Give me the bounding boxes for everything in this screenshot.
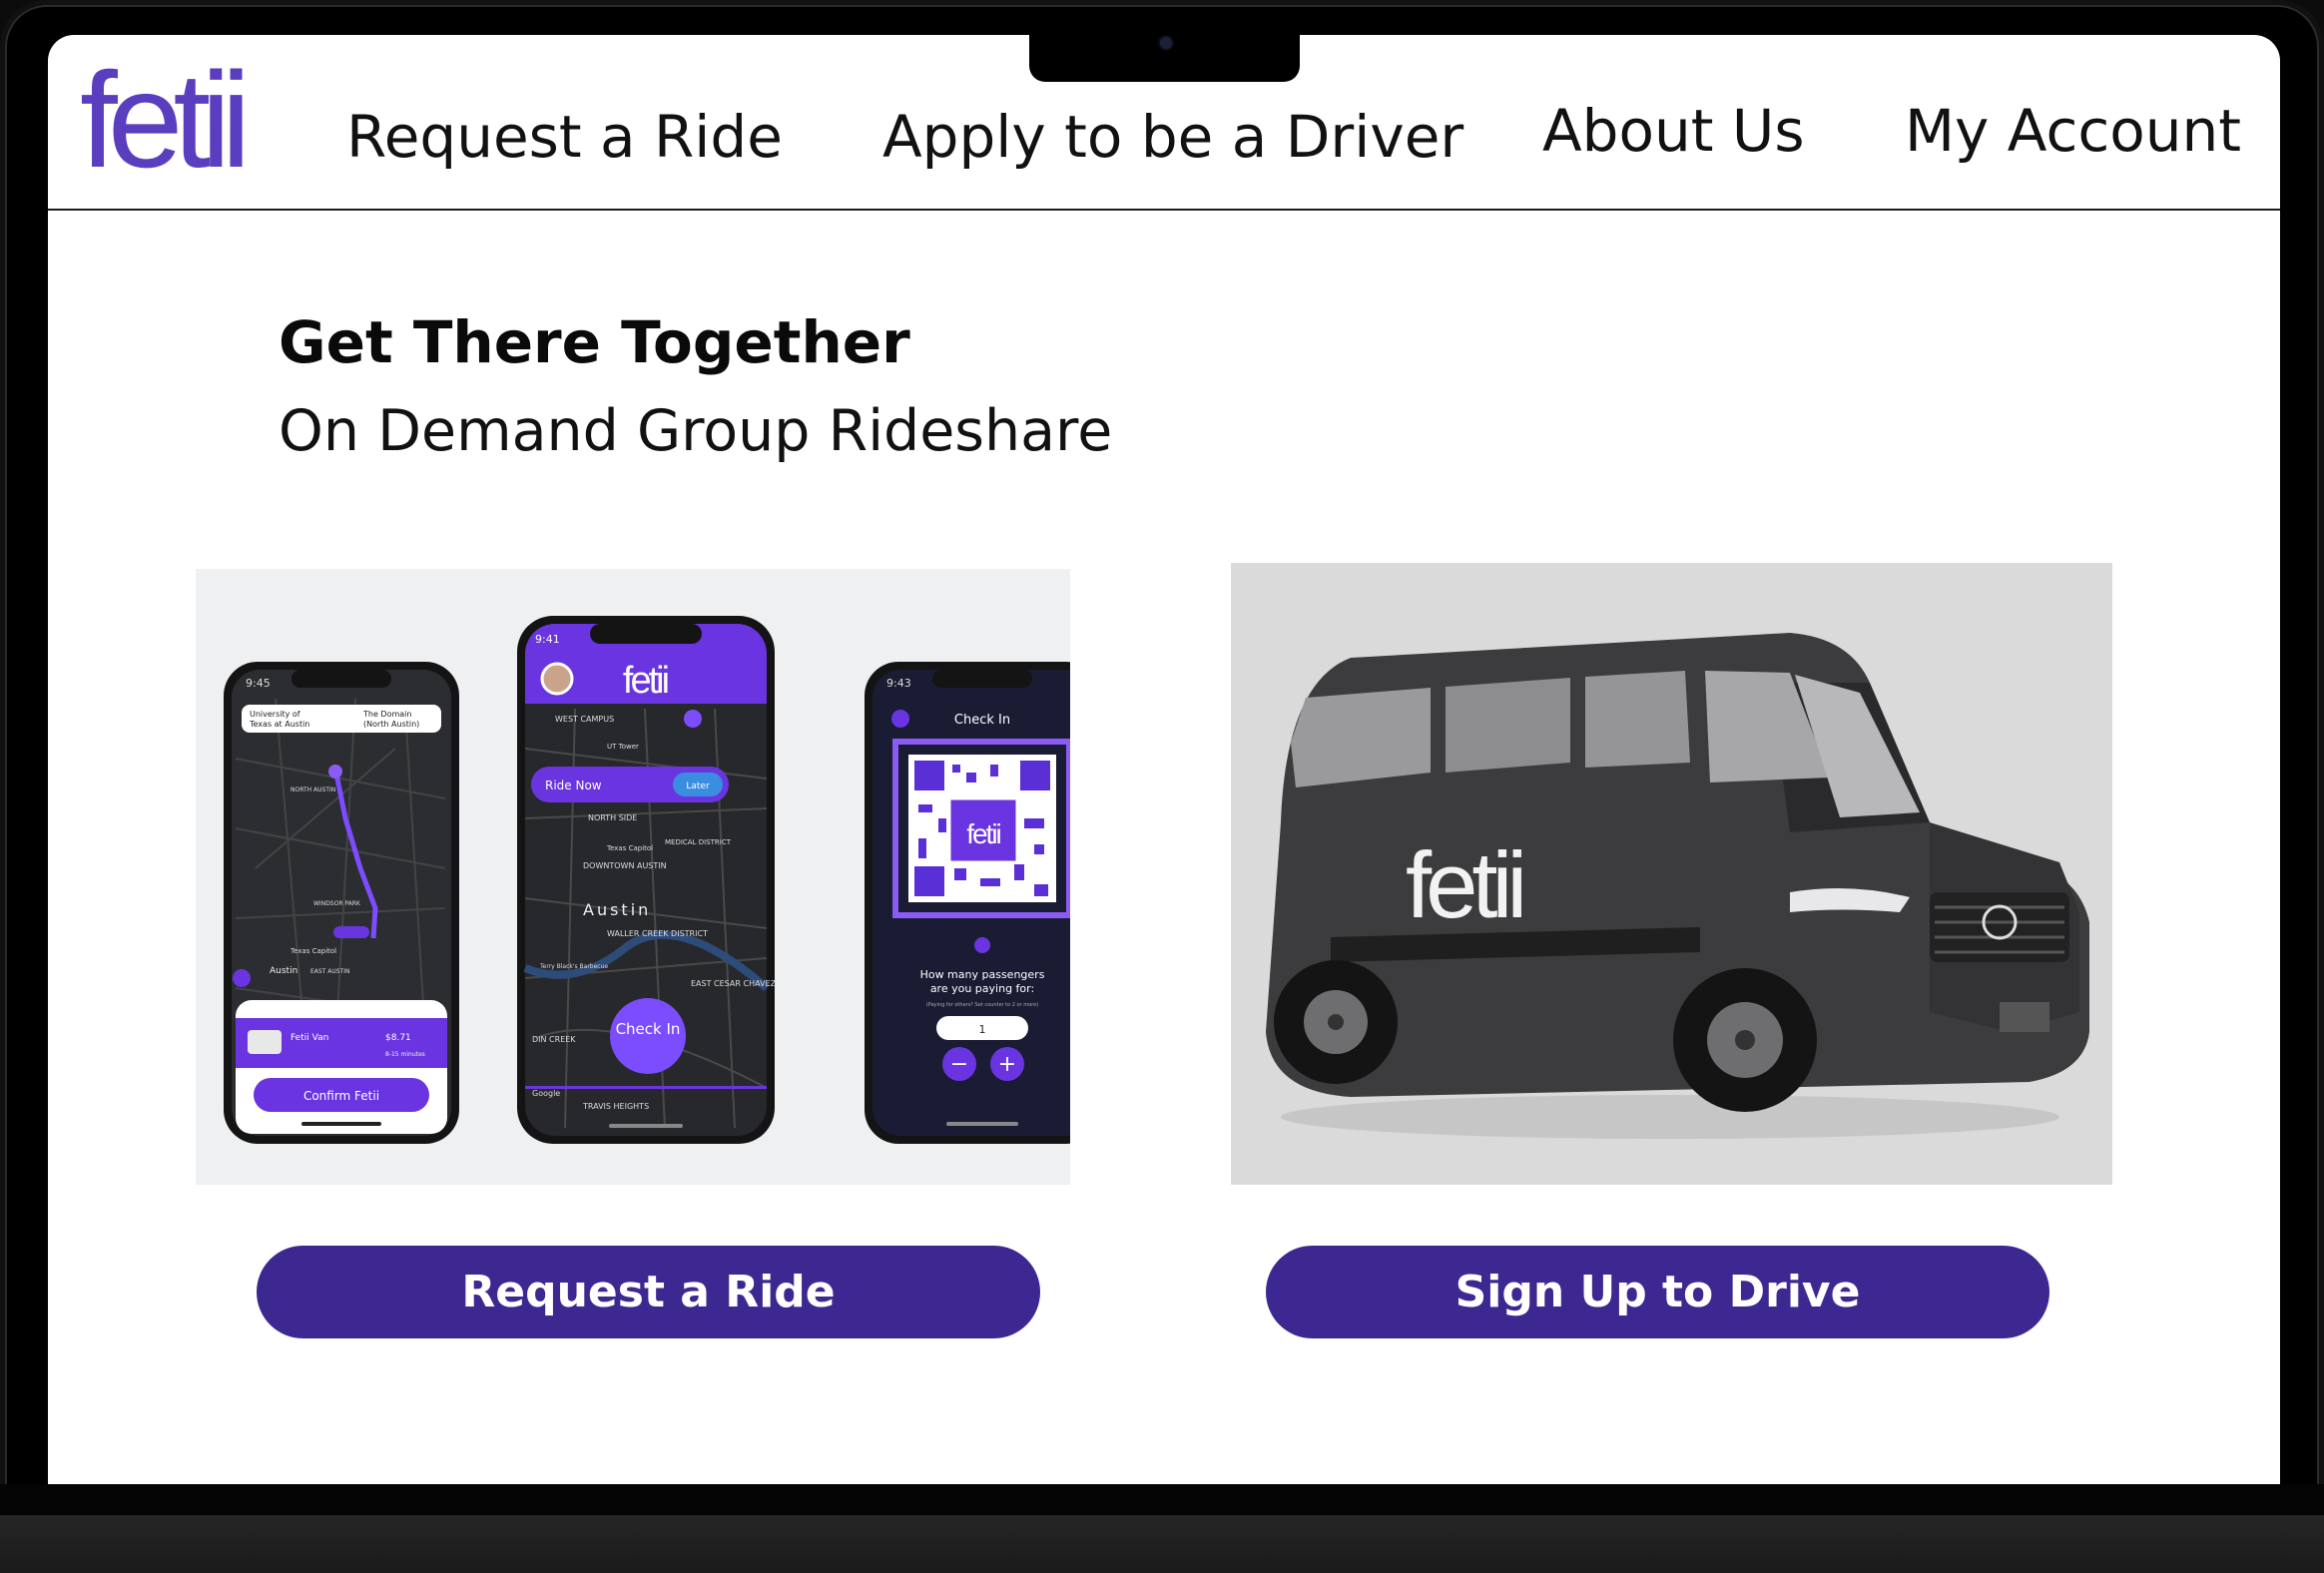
svg-text:Terry Black's Barbecue: Terry Black's Barbecue [539,963,608,970]
svg-text:WEST CAMPUS: WEST CAMPUS [555,715,614,724]
svg-text:−: − [950,1052,968,1077]
svg-text:University of: University of [250,710,300,719]
svg-text:WINDSOR PARK: WINDSOR PARK [313,900,361,907]
svg-text:Ride Now: Ride Now [545,779,602,792]
svg-text:fetii: fetii [80,59,243,181]
svg-text:+: + [998,1052,1016,1077]
svg-text:Google: Google [532,1089,560,1098]
phone-1-route: 9:45 University of Texas at Austin The D… [224,662,459,1144]
svg-text:UT Tower: UT Tower [607,743,639,751]
hero-title: Get There Together [279,308,910,376]
svg-text:fetii: fetii [966,818,1000,849]
svg-text:Fetii Van: Fetii Van [290,1033,328,1043]
svg-text:WALLER CREEK DISTRICT: WALLER CREEK DISTRICT [607,929,708,938]
phone-3-checkin: 9:43 Check In fetii How many passengers … [865,662,1100,1144]
fetii-logo[interactable]: fetii [80,59,270,181]
nav-request-ride[interactable]: Request a Ride [346,103,783,171]
svg-text:(Paying for others? Set counte: (Paying for others? Set counter to 2 or … [926,1002,1038,1008]
svg-text:NORTH SIDE: NORTH SIDE [588,813,637,822]
svg-text:NORTH AUSTIN: NORTH AUSTIN [290,786,335,793]
svg-text:fetii: fetii [623,660,668,702]
svg-text:Confirm Fetii: Confirm Fetii [303,1089,379,1103]
nav-my-account[interactable]: My Account [1905,97,2241,165]
svg-text:Check In: Check In [954,713,1010,728]
svg-text:How many passengers: How many passengers [920,968,1045,981]
svg-text:are you paying for:: are you paying for: [930,982,1034,995]
svg-text:TRAVIS HEIGHTS: TRAVIS HEIGHTS [582,1102,649,1111]
nav-apply-driver[interactable]: Apply to be a Driver [882,103,1463,171]
phone-2-map: 9:41 fetii WEST CAMPUS UT Tower Ride Now… [517,616,777,1144]
laptop-base [0,1515,2324,1573]
svg-text:9:41: 9:41 [535,633,560,646]
svg-text:EAST AUSTIN: EAST AUSTIN [310,968,350,975]
svg-text:8-15 minutes: 8-15 minutes [385,1051,425,1058]
svg-text:Austin: Austin [270,966,297,976]
svg-text:DIN CREEK: DIN CREEK [532,1035,576,1044]
laptop-hinge [0,1484,2324,1515]
svg-text:1: 1 [979,1023,986,1036]
sign-up-drive-button[interactable]: Sign Up to Drive [1266,1246,2049,1338]
request-ride-button[interactable]: Request a Ride [257,1246,1040,1338]
svg-text:MEDICAL DISTRICT: MEDICAL DISTRICT [665,838,732,846]
svg-text:DOWNTOWN AUSTIN: DOWNTOWN AUSTIN [583,861,667,870]
app-screenshots-image: 9:45 University of Texas at Austin The D… [196,569,1100,1185]
svg-text:9:45: 9:45 [246,677,271,690]
svg-text:$8.71: $8.71 [385,1033,411,1043]
svg-text:9:43: 9:43 [886,677,911,690]
browser-screen: fetii Request a Ride Apply to be a Drive… [48,35,2280,1484]
van-image: fetii [1231,563,2112,1185]
camera-icon [1158,35,1174,51]
nav-about-us[interactable]: About Us [1542,97,1805,165]
svg-text:EAST CESAR CHAVEZ: EAST CESAR CHAVEZ [691,979,777,988]
svg-text:Later: Later [686,782,710,791]
van-logo: fetii [1406,832,1521,937]
svg-text:Austin: Austin [583,900,651,919]
svg-text:Texas at Austin: Texas at Austin [249,720,309,729]
svg-text:The Domain: The Domain [362,710,411,719]
hero-subtitle: On Demand Group Rideshare [279,398,1113,464]
svg-text:(North Austin): (North Austin) [363,720,419,729]
svg-text:Check In: Check In [616,1020,681,1038]
svg-text:Texas Capitol: Texas Capitol [290,947,336,955]
svg-text:Texas Capitol: Texas Capitol [606,844,653,852]
